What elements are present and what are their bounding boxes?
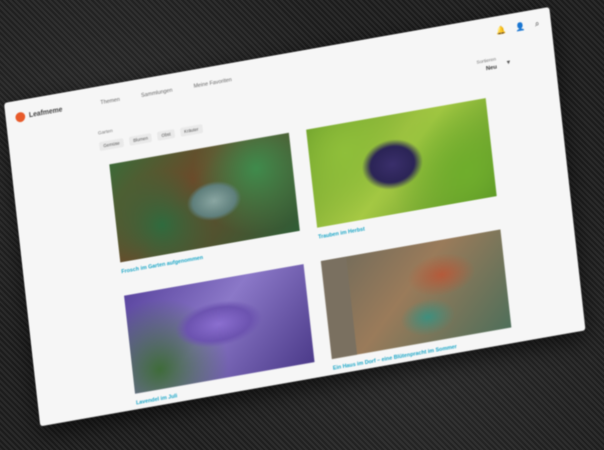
filter-chip[interactable]: Blumen xyxy=(128,133,153,146)
browser-screen: Leafmeme Themen Sammlungen Meine Favorit… xyxy=(4,6,586,427)
bell-icon[interactable]: 🔔 xyxy=(496,25,507,36)
filter-chip[interactable]: Gemüse xyxy=(98,137,125,152)
card-grid: ♡ ◦ Frosch im Garten aufgenommen ♡ ◦ Tra… xyxy=(109,98,513,407)
sort-value: Neu xyxy=(485,64,498,72)
sort-select[interactable]: Sortieren Neu xyxy=(476,56,497,73)
card-grapes[interactable]: ♡ ◦ Trauben im Herbst xyxy=(306,98,498,241)
card-lavender[interactable]: ♡ ◦ Lavendel im Juli xyxy=(124,264,316,407)
nav-item-themes[interactable]: Themen xyxy=(100,97,120,106)
section-header: Garten Gemüse Blumen Obst Kräuter xyxy=(98,112,203,152)
user-icon[interactable]: 👤 xyxy=(515,21,526,32)
card-house[interactable]: ♡ ◦ Ein Haus im Dorf – eine Blütenpracht… xyxy=(320,229,513,372)
filter-chip[interactable]: Obst xyxy=(157,129,176,141)
brand-name: Leafmeme xyxy=(28,106,63,120)
main-nav: Themen Sammlungen Meine Favoriten xyxy=(100,77,232,106)
filter-chip[interactable]: Kräuter xyxy=(179,124,203,137)
nav-item-collections[interactable]: Sammlungen xyxy=(141,87,173,98)
top-icons: 🔔 👤 ⌕ xyxy=(496,19,540,36)
card-dragonfly[interactable]: ♡ ◦ Frosch im Garten aufgenommen xyxy=(109,132,301,276)
flower-logo-icon xyxy=(14,111,26,123)
nav-item-favorites[interactable]: Meine Favoriten xyxy=(193,77,232,90)
search-icon[interactable]: ⌕ xyxy=(534,19,539,30)
chevron-down-icon[interactable]: ▾ xyxy=(506,58,510,66)
logo[interactable]: Leafmeme xyxy=(14,101,84,123)
